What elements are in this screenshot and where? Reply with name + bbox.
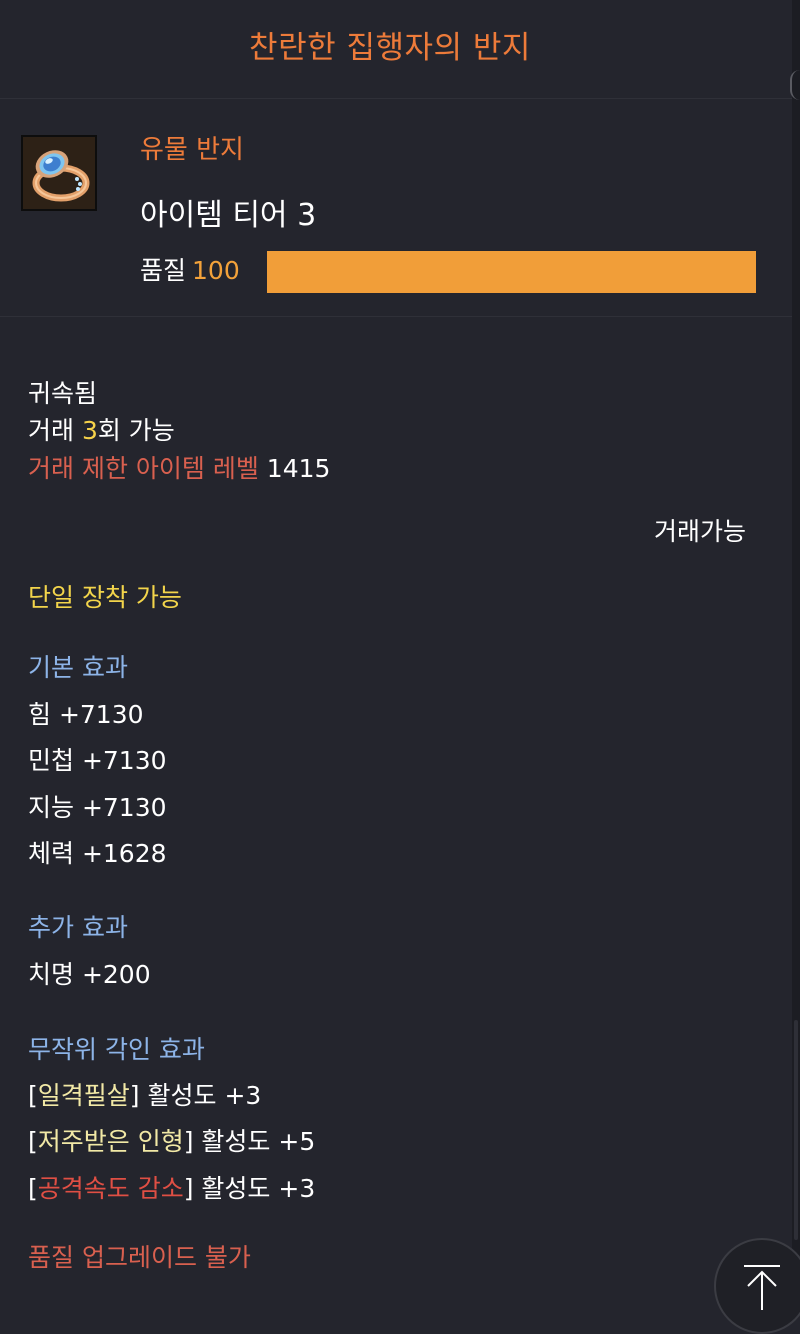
engraving-value: 활성도 +3	[193, 1174, 316, 1203]
extra-effect-crit: 치명 +200	[28, 960, 151, 989]
engraving-name: 공격속도 감소	[37, 1174, 184, 1203]
trade-prefix: 거래	[28, 416, 82, 445]
engravings-title: 무작위 각인 효과	[28, 1035, 205, 1064]
engraving-row: [공격속도 감소] 활성도 +3	[28, 1169, 315, 1205]
edge-handle	[790, 70, 800, 100]
base-effect-dex: 민첩 +7130	[28, 746, 167, 775]
quality-text: 품질	[140, 256, 187, 285]
equip-note: 단일 장착 가능	[28, 583, 182, 612]
base-effect-int: 지능 +7130	[28, 793, 167, 822]
ring-icon	[21, 135, 97, 211]
divider	[0, 316, 792, 317]
tradable-status: 거래가능	[653, 517, 746, 546]
base-effects-title: 기본 효과	[28, 653, 128, 682]
bracket-open: [	[28, 1081, 38, 1110]
engraving-name: 일격필살	[37, 1081, 130, 1110]
trade-restriction: 거래 제한 아이템 레벨 1415	[28, 449, 330, 485]
engraving-value: 활성도 +5	[193, 1127, 316, 1156]
trade-restriction-level: 1415	[266, 454, 331, 483]
engraving-value: 활성도 +3	[139, 1081, 262, 1110]
quality-label: 품질 100	[140, 251, 240, 287]
trade-restriction-label: 거래 제한 아이템 레벨	[28, 454, 259, 483]
engraving-row: [저주받은 인형] 활성도 +5	[28, 1122, 315, 1158]
trade-count-value: 3	[81, 416, 98, 445]
divider	[0, 98, 792, 99]
bracket-open: [	[28, 1174, 38, 1203]
trade-count: 거래 3회 가능	[28, 411, 175, 447]
item-grade-label: 유물 반지	[140, 135, 244, 165]
item-tooltip-panel: 찬란한 집행자의 반지 유물 반지 아이템 티어 3 품질 100 귀속됨 거래 …	[0, 0, 792, 1304]
scrollbar-thumb[interactable]	[794, 1020, 798, 1240]
trade-suffix: 회 가능	[97, 416, 175, 445]
upgrade-note: 품질 업그레이드 불가	[28, 1243, 251, 1272]
engraving-name: 저주받은 인형	[37, 1127, 184, 1156]
scroll-top-button[interactable]	[714, 1238, 800, 1334]
base-effect-vit: 체력 +1628	[28, 839, 167, 868]
base-effect-str: 힘 +7130	[28, 700, 144, 729]
extra-effects-title: 추가 효과	[28, 913, 128, 942]
quality-bar	[267, 251, 756, 293]
bound-status: 귀속됨	[28, 379, 98, 408]
engraving-row: [일격필살] 활성도 +3	[28, 1076, 261, 1112]
bracket-open: [	[28, 1127, 38, 1156]
bracket-close: ]	[129, 1081, 140, 1110]
quality-value: 100	[192, 256, 240, 285]
item-tier-label: 아이템 티어 3	[140, 198, 317, 233]
quality-bar-fill	[267, 251, 756, 293]
item-title: 찬란한 집행자의 반지	[249, 30, 531, 66]
scroll-top-icon	[744, 1265, 780, 1310]
